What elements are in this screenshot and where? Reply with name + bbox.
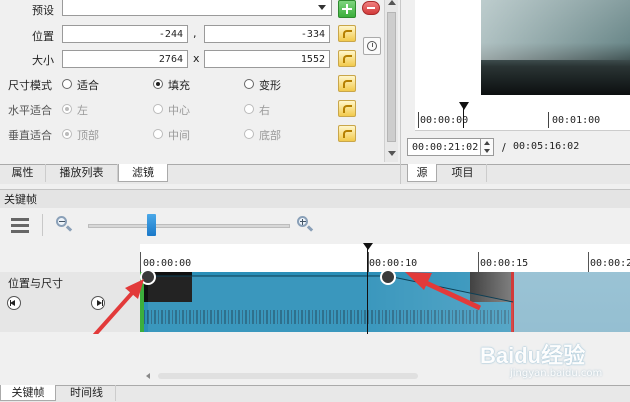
tab-keyframes[interactable]: 关键帧 [0, 385, 56, 401]
watermark-url: jingyan.baidu.com [510, 368, 603, 379]
tab-timeline[interactable]: 时间线 [58, 385, 116, 401]
horizontal-scroll-thumb[interactable] [158, 373, 418, 379]
watermark: Baidu经验 jingyan.baidu.com [478, 338, 628, 386]
scroll-left-icon[interactable] [146, 373, 150, 379]
watermark-logo: Baidu经验 [480, 343, 586, 368]
